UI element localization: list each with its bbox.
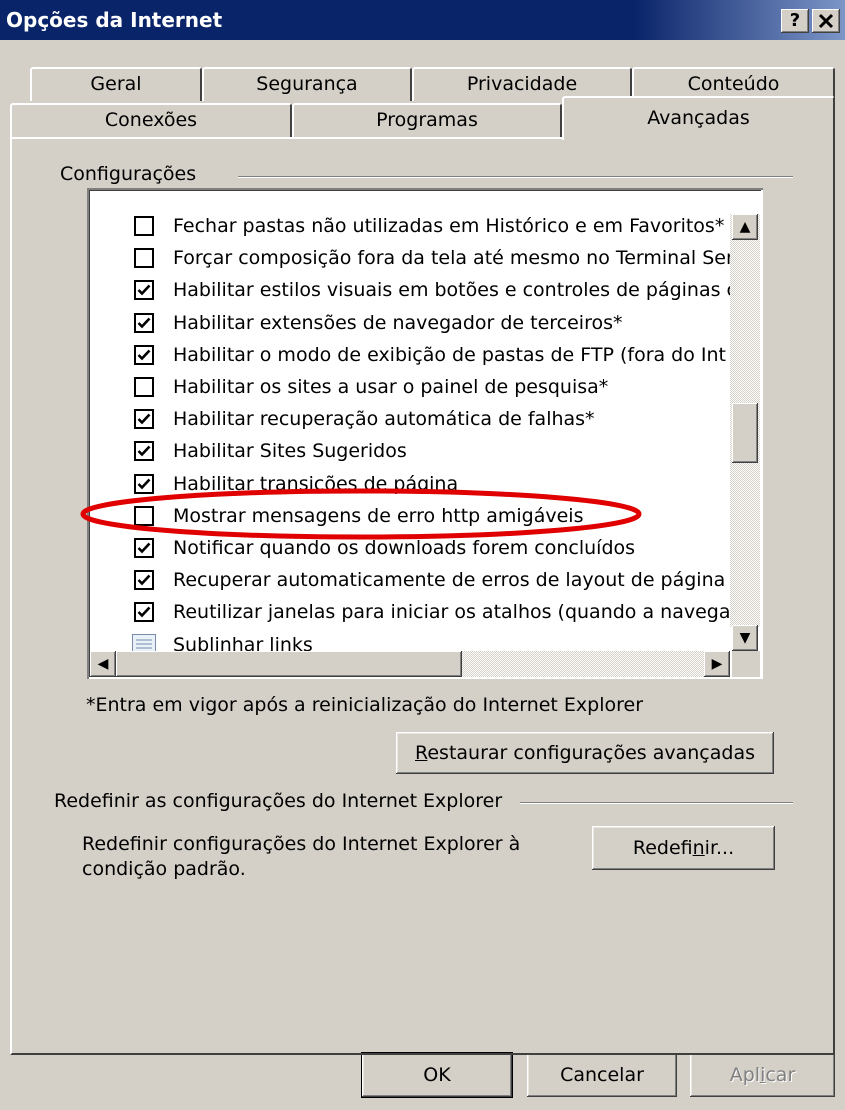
- settings-list-item[interactable]: Forçar composição fora da tela até mesmo…: [87, 243, 734, 273]
- button-label: Apl: [729, 1064, 761, 1086]
- scroll-down-button[interactable]: ▼: [732, 625, 758, 651]
- setting-checkbox[interactable]: [134, 377, 154, 397]
- tab-label: Geral: [90, 73, 142, 95]
- reset-group-label: Redefinir as configurações do Internet E…: [50, 790, 507, 812]
- scroll-left-button[interactable]: ◀: [90, 651, 116, 677]
- reset-button[interactable]: Redefinir...: [592, 826, 775, 870]
- settings-list-item[interactable]: Reutilizar janelas para iniciar os atalh…: [87, 597, 730, 627]
- ok-button[interactable]: OK: [361, 1052, 513, 1098]
- access-key: n: [692, 837, 705, 859]
- setting-checkbox[interactable]: [134, 570, 154, 591]
- tab-label: Privacidade: [466, 73, 578, 95]
- setting-checkbox[interactable]: [134, 312, 154, 333]
- cancel-button[interactable]: Cancelar: [527, 1053, 677, 1097]
- reset-description-line-2: condição padrão.: [82, 858, 246, 880]
- chevron-up-icon: ▲: [739, 219, 751, 235]
- close-icon: [818, 13, 834, 29]
- horizontal-scrollbar-thumb[interactable]: [116, 651, 462, 677]
- settings-list-item[interactable]: Habilitar Sites Sugeridos: [87, 436, 730, 466]
- setting-checkbox[interactable]: [134, 248, 154, 269]
- setting-checkbox[interactable]: [134, 441, 154, 462]
- scrollbar-corner: [732, 651, 760, 677]
- setting-label: Forçar composição fora da tela até mesmo…: [173, 247, 734, 270]
- setting-checkbox[interactable]: [134, 602, 154, 623]
- scroll-up-button[interactable]: ▲: [732, 214, 758, 240]
- settings-group-label: Configurações: [56, 163, 201, 185]
- tab-programas[interactable]: Programas: [292, 103, 562, 137]
- settings-list-item[interactable]: Habilitar o modo de exibição de pastas d…: [87, 340, 730, 370]
- button-label: estaurar configurações avançadas: [427, 742, 755, 764]
- tab-avancadas[interactable]: Avançadas: [562, 96, 835, 140]
- setting-checkbox[interactable]: [134, 280, 154, 301]
- settings-list-item[interactable]: Habilitar os sites a usar o painel de pe…: [87, 372, 730, 402]
- settings-list-item[interactable]: Recuperar automaticamente de erros de la…: [87, 565, 730, 595]
- chevron-left-icon: ◀: [97, 656, 109, 672]
- reset-group-line: [520, 802, 793, 804]
- checkmark-icon: [137, 413, 151, 425]
- settings-group-line: [238, 176, 793, 178]
- setting-checkbox[interactable]: [134, 409, 154, 430]
- setting-label: Habilitar os sites a usar o painel de pe…: [173, 376, 609, 398]
- checkmark-icon: [137, 446, 151, 457]
- tab-label: Segurança: [256, 73, 358, 95]
- checkmark-icon: [137, 285, 151, 296]
- setting-label: Reutilizar janelas para iniciar os atalh…: [173, 601, 731, 624]
- setting-label: Habilitar Sites Sugeridos: [173, 440, 407, 463]
- access-key: R: [415, 742, 428, 764]
- setting-checkbox[interactable]: [134, 216, 154, 236]
- apply-button[interactable]: Aplicar: [690, 1053, 835, 1097]
- scroll-right-button[interactable]: ▶: [704, 651, 730, 677]
- chevron-right-icon: ▶: [711, 656, 723, 672]
- tab-label: Avançadas: [647, 107, 750, 129]
- tab-label: Conteúdo: [687, 73, 780, 95]
- internet-options-dialog: Opções da Internet ? Geral Segurança Pri…: [0, 0, 845, 1110]
- restore-advanced-settings-button[interactable]: Restaurar configurações avançadas: [396, 732, 774, 774]
- setting-label: Habilitar o modo de exibição de pastas d…: [173, 343, 727, 366]
- highlight-ellipse: [80, 488, 642, 540]
- setting-label: Fechar pastas não utilizadas em Históric…: [173, 215, 725, 237]
- close-button[interactable]: [812, 9, 840, 33]
- reset-description-line-1: Redefinir configurações do Internet Expl…: [82, 833, 521, 855]
- tab-label: Conexões: [104, 109, 198, 131]
- vertical-scrollbar-thumb[interactable]: [732, 403, 758, 463]
- setting-label: Habilitar recuperação automática de falh…: [173, 408, 595, 431]
- settings-list[interactable]: Fechar pastas não utilizadas em Históric…: [87, 188, 763, 679]
- tab-seguranca[interactable]: Segurança: [202, 67, 412, 101]
- settings-list-item[interactable]: Habilitar extensões de navegador de terc…: [87, 308, 730, 338]
- button-label: Redefi: [632, 837, 693, 859]
- tab-conexoes[interactable]: Conexões: [10, 103, 292, 137]
- checkmark-icon: [137, 574, 151, 586]
- checkmark-icon: [137, 607, 151, 618]
- settings-list-item[interactable]: Habilitar estilos visuais em botões e co…: [87, 275, 737, 305]
- setting-checkbox[interactable]: [134, 344, 154, 365]
- checkmark-icon: [137, 542, 151, 554]
- help-button[interactable]: ?: [781, 9, 809, 33]
- title-bar[interactable]: Opções da Internet ?: [0, 0, 845, 40]
- tab-geral[interactable]: Geral: [30, 67, 202, 101]
- window-title: Opções da Internet: [6, 8, 223, 32]
- setting-label: Habilitar extensões de navegador de terc…: [173, 311, 623, 334]
- settings-list-item[interactable]: Habilitar recuperação automática de falh…: [87, 404, 730, 434]
- checkmark-icon: [137, 317, 151, 328]
- restart-note: *Entra em vigor após a reinicialização d…: [86, 694, 644, 716]
- setting-label: Recuperar automaticamente de erros de la…: [173, 569, 726, 592]
- setting-label: Habilitar estilos visuais em botões e co…: [173, 279, 737, 302]
- settings-list-item[interactable]: Fechar pastas não utilizadas em Históric…: [87, 211, 730, 241]
- checkmark-icon: [137, 349, 151, 361]
- tab-label: Programas: [376, 109, 478, 131]
- button-label: car: [765, 1064, 796, 1086]
- button-label: ir...: [704, 837, 735, 859]
- chevron-down-icon: ▼: [739, 630, 751, 646]
